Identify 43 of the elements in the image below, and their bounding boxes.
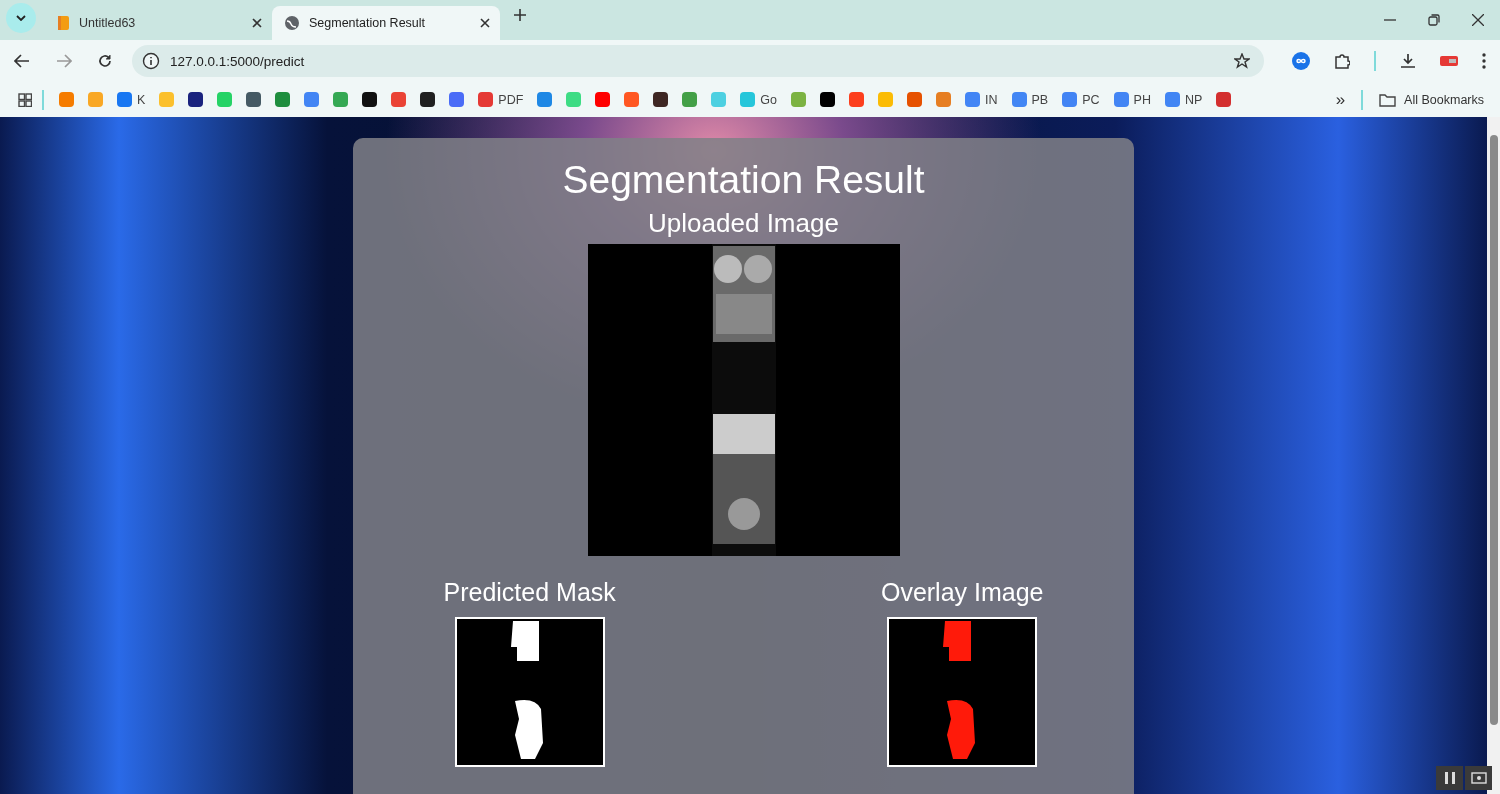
infinity-icon[interactable] [1292, 52, 1310, 70]
section-label: Predicted Mask [443, 578, 616, 607]
tab-list-button[interactable] [6, 2, 36, 33]
section-label: Overlay Image [880, 578, 1044, 607]
back-icon[interactable] [14, 54, 30, 68]
star-icon[interactable] [1234, 53, 1250, 69]
puzzle-icon[interactable] [1334, 53, 1350, 69]
notebook-icon [56, 15, 70, 31]
page-title: Segmentation Result [562, 160, 925, 199]
extension-icon[interactable] [1440, 56, 1458, 66]
browser-tab[interactable]: Untitled63 [44, 6, 272, 40]
all-bookmarks-button[interactable]: All Bookmarks [1373, 91, 1490, 108]
bookmark[interactable]: PH [1108, 90, 1156, 109]
close-icon[interactable] [480, 18, 490, 28]
address-bar[interactable]: 127.0.0.1:5000/predict [132, 45, 1264, 77]
bookmark[interactable]: PB [1006, 90, 1054, 109]
forward-icon[interactable] [56, 54, 72, 68]
reload-icon[interactable] [98, 54, 112, 68]
folder-icon [1379, 92, 1397, 107]
bookmark[interactable]: PDF [473, 90, 529, 109]
bookmark[interactable]: Go [735, 90, 783, 109]
more-bookmarks-button[interactable]: » [1329, 89, 1352, 110]
close-icon[interactable] [252, 18, 262, 28]
browser-tab[interactable]: Segmentation Result [272, 6, 500, 40]
restore-icon[interactable] [1428, 14, 1440, 26]
bookmark[interactable]: IN [960, 90, 1003, 109]
more-menu-icon[interactable] [1482, 53, 1486, 69]
info-icon[interactable] [142, 52, 160, 70]
download-icon[interactable] [1400, 53, 1416, 69]
bookmark[interactable]: PC [1057, 90, 1105, 109]
section-label: Uploaded Image [648, 210, 839, 236]
close-window-icon[interactable] [1472, 14, 1484, 26]
scrollbar[interactable] [1487, 117, 1500, 794]
caret-icon [16, 14, 26, 21]
screen-icon [1470, 772, 1487, 784]
pause-button[interactable] [1436, 766, 1463, 790]
pause-icon [1444, 772, 1455, 784]
new-tab-icon[interactable] [514, 9, 526, 21]
screen-button[interactable] [1465, 766, 1492, 790]
bookmark[interactable]: K [112, 90, 151, 109]
bookmark[interactable]: NP [1159, 90, 1208, 109]
url-text: 127.0.0.1:5000/predict [170, 53, 306, 69]
apps-grid-icon[interactable] [18, 92, 32, 107]
